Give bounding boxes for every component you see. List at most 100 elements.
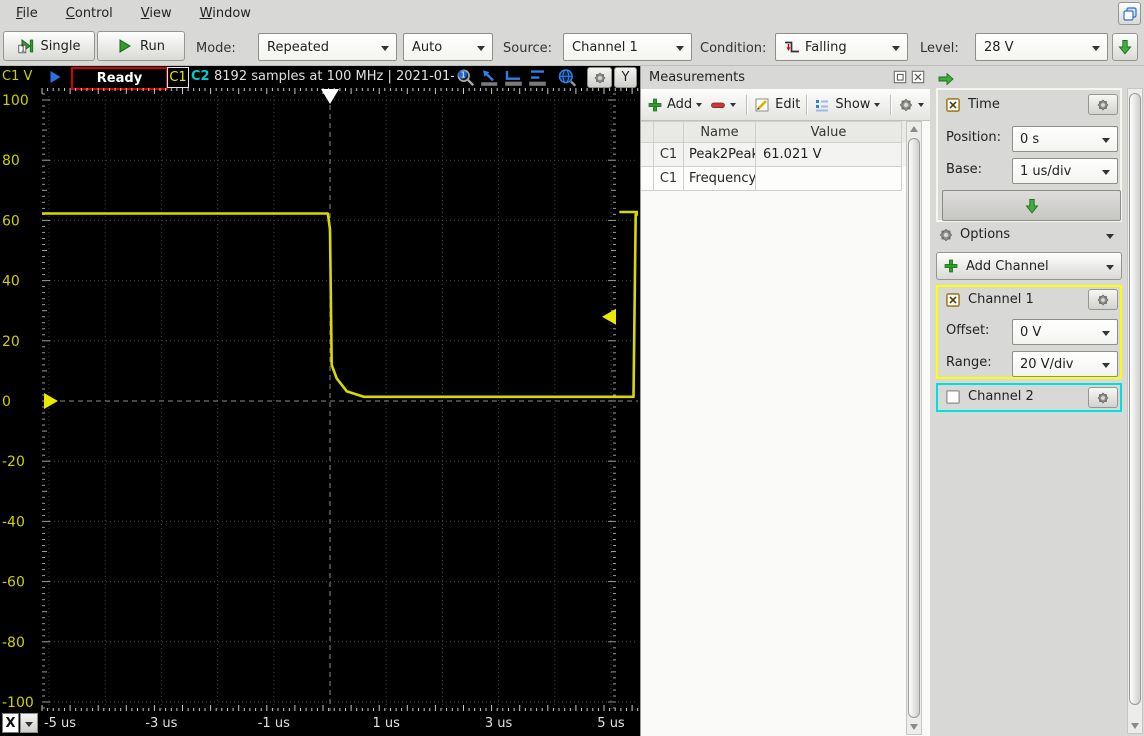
table-row[interactable]: C1 Frequency [641,167,913,191]
add-measurement-button[interactable]: Add [647,97,706,113]
zoom-1x-icon[interactable] [455,68,476,87]
x-axis-label: -3 us [145,716,178,731]
position-label: Position: [946,130,1001,145]
pointer-tool-icon[interactable] [479,68,500,87]
source-label: Source: [503,41,553,56]
acquisition-info: 8192 samples at 100 MHz | 2021-01-27 17:… [214,69,454,84]
channel1-trace [42,212,638,399]
channel2-badge[interactable]: C2 [191,69,210,84]
x-axis-label: 3 us [484,716,513,731]
cursors-icon[interactable] [527,68,548,87]
scrollbar-thumb[interactable] [1129,93,1141,705]
separator [746,94,749,115]
scroll-down-icon[interactable] [910,724,918,730]
chevron-down-icon [25,722,33,727]
panel-scrollbar[interactable] [1127,88,1143,734]
measurements-scrollbar[interactable] [906,121,922,735]
channel2-enabled-checkbox[interactable] [946,390,960,404]
channel1-settings-button[interactable] [1088,289,1118,310]
chevron-down-icon [1092,46,1100,51]
show-list-icon [814,97,830,113]
edit-label: Edit [775,97,801,112]
trigger-apply-button[interactable] [1112,33,1138,61]
svg-text:100: 100 [2,93,29,109]
gear-icon [898,97,914,113]
chevron-down-icon [918,102,925,107]
table-header-cell[interactable]: Value [756,121,902,143]
single-button[interactable]: Single [3,31,95,61]
row-channel-cell: C1 [654,143,684,167]
channel1-badge[interactable]: C1 [167,67,189,88]
chevron-down-icon [730,102,737,107]
menu-control[interactable]: Control [62,3,117,24]
menu-file[interactable]: File [12,3,42,24]
auto-select[interactable]: Auto [403,33,493,61]
run-button[interactable]: Run [97,31,185,61]
options-dropdown[interactable]: Options [932,224,1124,248]
channel2-settings-button[interactable] [1088,387,1118,408]
source-select[interactable]: Channel 1 [563,33,692,61]
add-channel-button[interactable]: Add Channel [936,252,1122,280]
measurements-titlebar: Measurements [641,66,930,89]
expand-blue-arrow-icon[interactable] [48,69,64,85]
separator [890,94,893,115]
channel2-group: Channel 2 [936,383,1122,412]
row-select-cell[interactable] [641,143,654,167]
close-panel-icon[interactable] [911,70,925,84]
base-label: Base: [946,162,983,177]
gear-icon [593,71,607,85]
time-group: Time Position: 0 s Base: 1 us/div [936,88,1122,222]
channel1-enabled-checkbox[interactable] [946,293,960,307]
time-position-select[interactable]: 0 s [1012,126,1118,152]
collapse-panel-arrow-icon[interactable] [938,71,954,87]
table-header-cell[interactable] [641,121,654,143]
table-row[interactable]: C1 Peak2Peak 61.021 V [641,143,913,167]
mode-select[interactable]: Repeated [258,33,397,61]
minus-icon [710,97,726,113]
cascade-windows-icon [1122,6,1138,22]
horizontal-cursor-icon[interactable] [503,68,524,87]
chevron-down-icon [892,46,900,51]
remove-measurement-button[interactable] [710,97,740,113]
svg-text:60: 60 [2,213,20,229]
level-select[interactable]: 28 V [975,33,1108,61]
instrument-panel: Time Position: 0 s Base: 1 us/div Option… [930,66,1144,736]
channel1-group-title: Channel 1 [968,292,1034,307]
time-settings-button[interactable] [1088,94,1118,115]
scrollbar-thumb[interactable] [908,138,920,718]
time-enabled-checkbox[interactable] [946,98,960,112]
measurements-toolbar: Add Edit Show [641,89,930,121]
menu-window[interactable]: Window [196,3,255,24]
x-axis-label: -5 us [43,716,77,731]
chevron-down-icon [1102,363,1110,368]
trigger-level-marker [602,308,616,325]
condition-select[interactable]: Falling [775,33,908,61]
table-header-cell[interactable] [654,121,684,143]
level-label: Level: [920,41,959,56]
auto-value: Auto [412,39,443,55]
falling-edge-icon [784,39,800,55]
table-header-cell[interactable]: Name [684,121,756,143]
edit-measurement-button[interactable]: Edit [754,97,800,113]
menu-view[interactable]: View [137,3,176,24]
row-select-cell[interactable] [641,167,654,191]
scope-plot[interactable]: 100 80 60 40 20 0 -20 -40 -60 -80 -100 [0,88,640,712]
svg-text:80: 80 [2,153,20,169]
show-measurement-button[interactable]: Show [814,97,884,113]
x-axis-dropdown[interactable] [20,713,38,733]
scope-header: C1 V Ready C1 C2 8192 samples at 100 MHz… [0,66,640,90]
time-apply-button[interactable] [942,190,1121,221]
channel1-range-select[interactable]: 20 V/div [1012,351,1118,377]
time-base-select[interactable]: 1 us/div [1012,158,1118,184]
cascade-windows-button[interactable] [1118,2,1141,25]
float-panel-icon[interactable] [893,70,907,84]
y-axis-button[interactable]: Y [614,67,637,88]
measurements-settings-button[interactable] [898,97,928,113]
channel1-offset-select[interactable]: 0 V [1012,319,1118,345]
plot-settings-button[interactable] [587,67,612,88]
zoom-region-icon[interactable] [556,68,578,87]
y-axis-unit-label: C1 V [2,69,33,84]
x-axis-button[interactable]: X [2,713,19,733]
scroll-down-icon[interactable] [1131,723,1139,729]
scroll-up-icon[interactable] [910,126,918,132]
